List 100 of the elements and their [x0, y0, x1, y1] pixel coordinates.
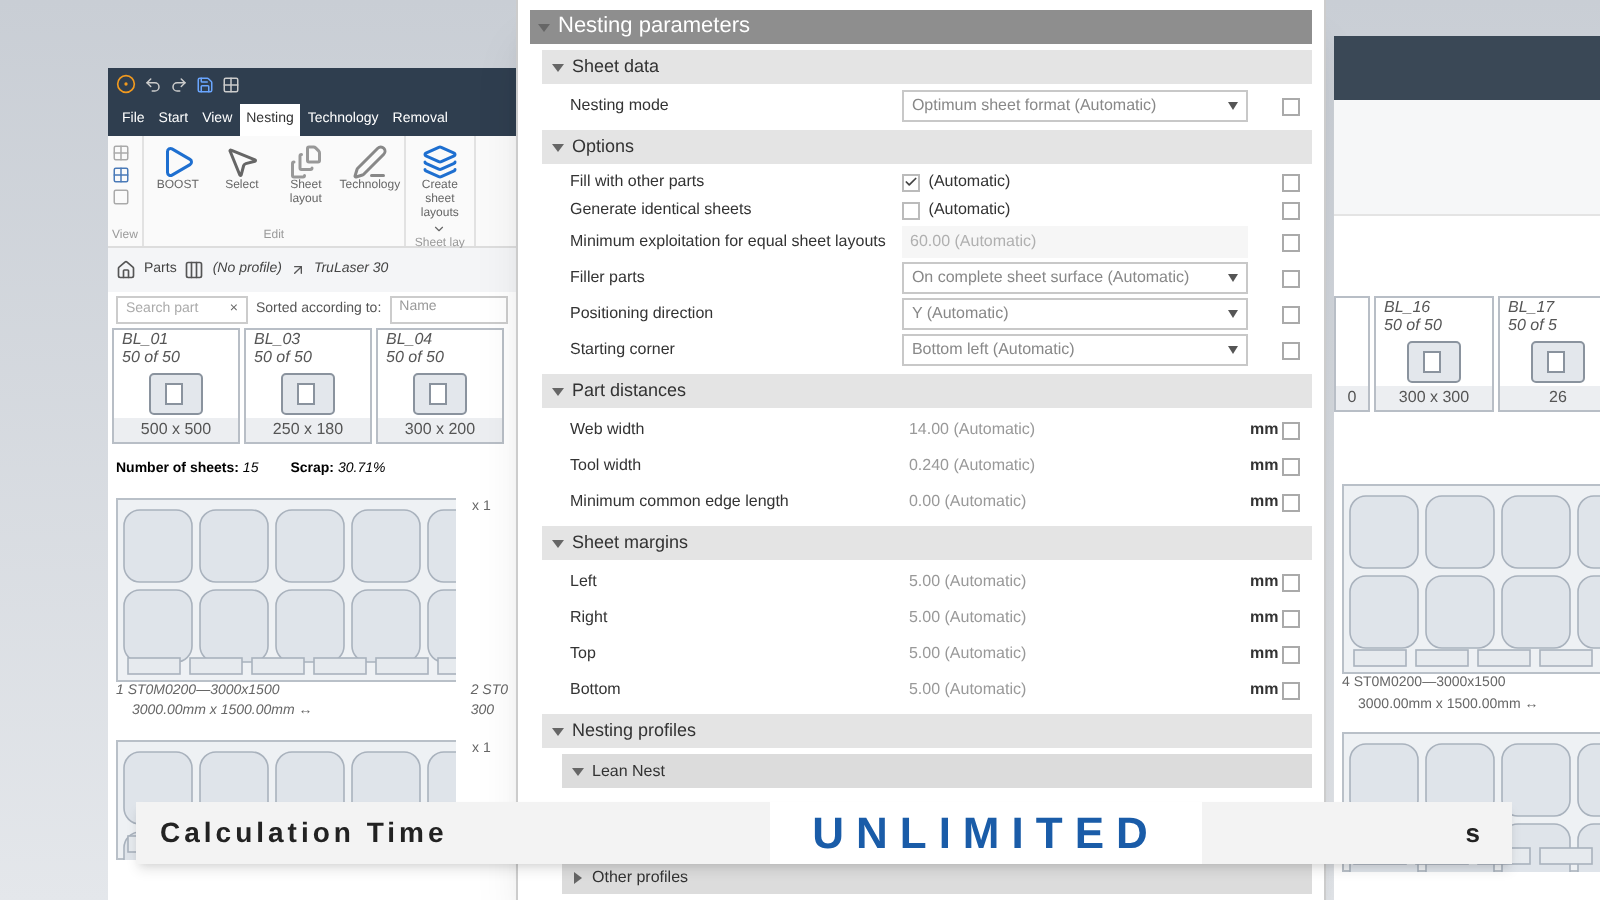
part-count: 50 of 50: [1384, 316, 1444, 334]
parameter-label: Nesting mode: [570, 94, 671, 118]
override-checkbox[interactable]: [1282, 493, 1300, 511]
subsection-header[interactable]: Lean Nest: [562, 754, 1312, 788]
part-shape-icon: [1528, 340, 1588, 384]
part-name[interactable]: BL_16: [1384, 298, 1484, 316]
expanded-arrow-icon[interactable]: [552, 61, 564, 73]
section-header[interactable]: Sheet data: [542, 50, 1312, 84]
part-count: 50 of 5: [1508, 316, 1559, 334]
checkbox[interactable]: [902, 173, 921, 191]
parameter-label: Filler parts: [570, 266, 647, 290]
view-grid-icon[interactable]: [112, 144, 130, 162]
section-header[interactable]: Sheet margins: [542, 526, 1312, 560]
dropdown-arrow-icon: [1228, 102, 1239, 110]
redo-icon[interactable]: [170, 75, 188, 93]
banner-label: Calculation Time: [158, 814, 450, 852]
part-name[interactable]: BL_04: [386, 330, 494, 348]
checkbox[interactable]: [902, 201, 921, 219]
part-shape-icon: [410, 372, 470, 416]
expanded-arrow-icon[interactable]: [552, 385, 564, 397]
part-count: 50 of 50: [254, 348, 314, 366]
grid-icon[interactable]: [222, 75, 240, 93]
expanded-arrow-icon[interactable]: [552, 725, 564, 737]
checkbox-label: (Automatic): [928, 170, 1011, 194]
layers-icon: [421, 144, 458, 180]
override-checkbox[interactable]: [1282, 681, 1300, 699]
override-checkbox[interactable]: [1282, 341, 1301, 359]
part-size: 500 x 500: [140, 418, 212, 442]
part-card[interactable]: BL_17 50 of 5 26: [1498, 296, 1600, 412]
part-size: 26: [1549, 386, 1567, 410]
undo-icon[interactable]: [144, 75, 162, 93]
override-checkbox[interactable]: [1282, 573, 1300, 591]
override-checkbox[interactable]: [1282, 645, 1300, 663]
banner-suffix: s: [1465, 815, 1480, 852]
part-card[interactable]: BL_01 50 of 50 500 x 500: [112, 328, 240, 444]
unit-label: mm: [1250, 456, 1279, 474]
part-count: 50 of 50: [122, 348, 182, 366]
dropdown[interactable]: On complete sheet surface (Automatic): [901, 262, 1249, 294]
banner-highlight: UNLIMITED: [770, 802, 1202, 864]
parameter-label: Positioning direction: [570, 302, 716, 326]
override-checkbox[interactable]: [1282, 97, 1301, 115]
unit-label: mm: [1250, 608, 1279, 626]
part-shape-icon: [146, 372, 206, 416]
dropdown-arrow-icon: [1228, 310, 1239, 318]
override-checkbox[interactable]: [1282, 609, 1300, 627]
override-checkbox[interactable]: [1282, 269, 1301, 287]
parameter-label: Bottom: [570, 678, 623, 702]
expanded-arrow-icon[interactable]: [552, 537, 564, 549]
view-grid-icon[interactable]: [112, 166, 130, 184]
unit-label: mm: [1250, 492, 1279, 510]
view-square-icon[interactable]: [112, 188, 130, 206]
checkbox-label: (Automatic): [928, 198, 1011, 222]
expanded-arrow-icon[interactable]: [552, 141, 564, 153]
collapsed-arrow-icon[interactable]: [572, 871, 584, 883]
unit-label: mm: [1250, 420, 1279, 438]
parameter-label: Minimum exploitation for equal sheet layouts: [570, 230, 888, 254]
override-checkbox[interactable]: [1282, 201, 1300, 219]
part-card[interactable]: BL_04 50 of 50 300 x 200: [376, 328, 504, 444]
section-header[interactable]: Nesting profiles: [542, 714, 1312, 748]
section-header[interactable]: Options: [542, 130, 1312, 164]
dropdown[interactable]: Y (Automatic): [901, 298, 1249, 330]
parameter-label: Tool width: [570, 454, 644, 478]
unit-label: mm: [1250, 680, 1279, 698]
pointer-icon: [223, 144, 260, 180]
parameter-label: Fill with other parts: [570, 170, 707, 194]
part-size: 300 x 300: [1398, 386, 1470, 410]
arrow-icon[interactable]: [289, 262, 306, 278]
dropdown-arrow-icon: [1228, 274, 1239, 282]
parameter-label: Web width: [570, 418, 647, 442]
part-name[interactable]: BL_17: [1508, 298, 1600, 316]
dropdown[interactable]: Optimum sheet format (Automatic): [901, 90, 1249, 122]
columns-icon[interactable]: [184, 260, 205, 280]
expanded-arrow-icon[interactable]: [572, 765, 584, 777]
dropdown-arrow-icon: [1228, 346, 1239, 354]
override-checkbox[interactable]: [1282, 421, 1300, 439]
part-card[interactable]: 0: [1334, 296, 1370, 412]
parameter-label: Right: [570, 606, 610, 630]
part-count: 50 of 50: [386, 348, 446, 366]
app-logo-icon: [116, 74, 136, 94]
section-header[interactable]: Part distances: [542, 374, 1312, 408]
parameter-label: Starting corner: [570, 338, 677, 362]
save-icon[interactable]: [196, 75, 214, 93]
part-name[interactable]: BL_03: [254, 330, 362, 348]
home-icon[interactable]: [116, 260, 136, 280]
part-shape-icon: [278, 372, 338, 416]
pen-icon: [351, 144, 388, 180]
unit-label: mm: [1250, 572, 1279, 590]
part-size: 250 x 180: [272, 418, 344, 442]
override-checkbox[interactable]: [1282, 173, 1300, 191]
parameter-label: Left: [570, 570, 599, 594]
override-checkbox[interactable]: [1282, 305, 1301, 323]
dropdown[interactable]: Bottom left (Automatic): [901, 334, 1249, 366]
part-card[interactable]: BL_16 50 of 50 300 x 300: [1374, 296, 1494, 412]
part-size: 300 x 200: [404, 418, 476, 442]
part-card[interactable]: BL_03 50 of 50 250 x 180: [244, 328, 372, 444]
override-checkbox[interactable]: [1282, 457, 1300, 475]
parameter-label: Minimum common edge length: [570, 490, 791, 514]
parameter-label: Top: [570, 642, 598, 666]
part-size: 0: [1347, 386, 1357, 410]
part-name[interactable]: BL_01: [122, 330, 230, 348]
